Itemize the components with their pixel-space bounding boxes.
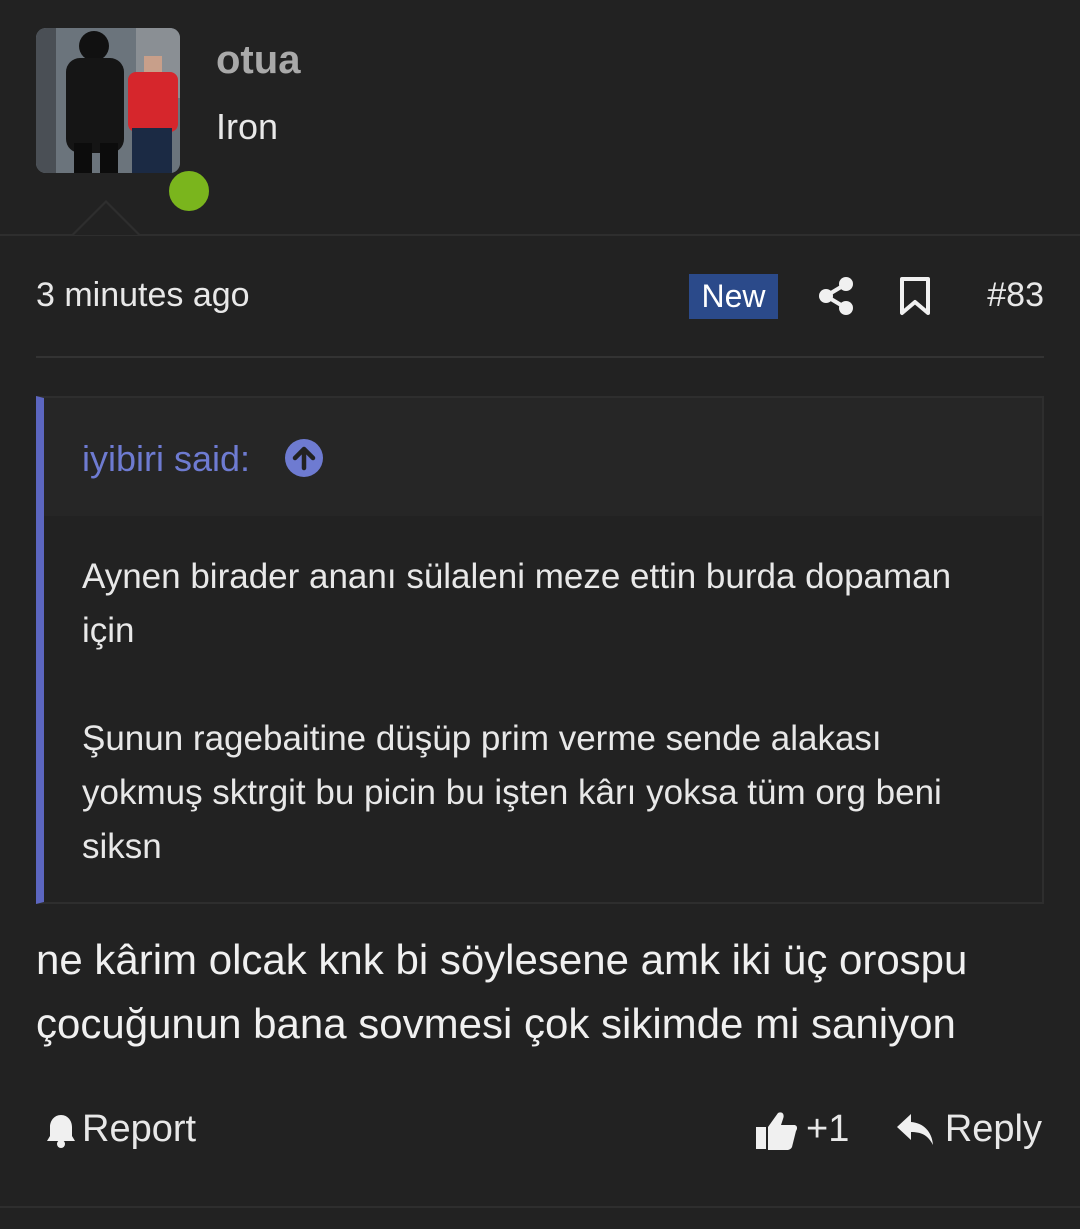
post-divider bbox=[0, 1206, 1080, 1208]
reply-icon bbox=[896, 1113, 933, 1145]
reply-button[interactable]: Reply bbox=[895, 1108, 1042, 1151]
quote-header: iyibiri said: bbox=[44, 398, 1042, 516]
share-icon[interactable] bbox=[816, 276, 856, 316]
post-message: ne kârim olcak knk bi söylesene amk iki … bbox=[36, 936, 968, 1047]
reply-label: Reply bbox=[944, 1108, 1042, 1150]
username[interactable]: otua bbox=[216, 38, 300, 83]
user-header: otua Iron bbox=[0, 0, 1080, 236]
avatar-image bbox=[36, 28, 180, 173]
quote-content: Aynen birader ananı sülaleni meze ettin … bbox=[44, 516, 1042, 874]
quote-block: iyibiri said: Aynen birader ananı sülale… bbox=[36, 396, 1044, 904]
avatar[interactable] bbox=[36, 28, 212, 214]
quote-paragraph: Şunun ragebaitine düşüp prim verme sende… bbox=[82, 719, 942, 866]
new-badge: New bbox=[689, 274, 778, 319]
like-button[interactable]: +1 bbox=[754, 1108, 849, 1151]
thumbs-up-icon bbox=[756, 1111, 798, 1150]
quote-paragraph: Aynen birader ananı sülaleni meze ettin … bbox=[82, 557, 952, 650]
bell-icon bbox=[47, 1114, 75, 1148]
arrow-up-circle-icon[interactable] bbox=[284, 438, 324, 478]
post-timestamp[interactable]: 3 minutes ago bbox=[36, 276, 250, 315]
like-count: +1 bbox=[806, 1108, 850, 1150]
report-button[interactable]: Report bbox=[44, 1108, 196, 1151]
post-meta-bar: 3 minutes ago New #83 bbox=[36, 256, 1044, 358]
quote-author[interactable]: iyibiri said: bbox=[82, 438, 250, 480]
post-actions: Report +1 Reply bbox=[36, 1098, 1044, 1158]
online-status-indicator bbox=[166, 168, 212, 214]
user-title: Iron bbox=[216, 106, 279, 147]
post-number[interactable]: #83 bbox=[987, 276, 1044, 315]
bookmark-icon[interactable] bbox=[898, 276, 932, 316]
report-label: Report bbox=[82, 1108, 197, 1150]
